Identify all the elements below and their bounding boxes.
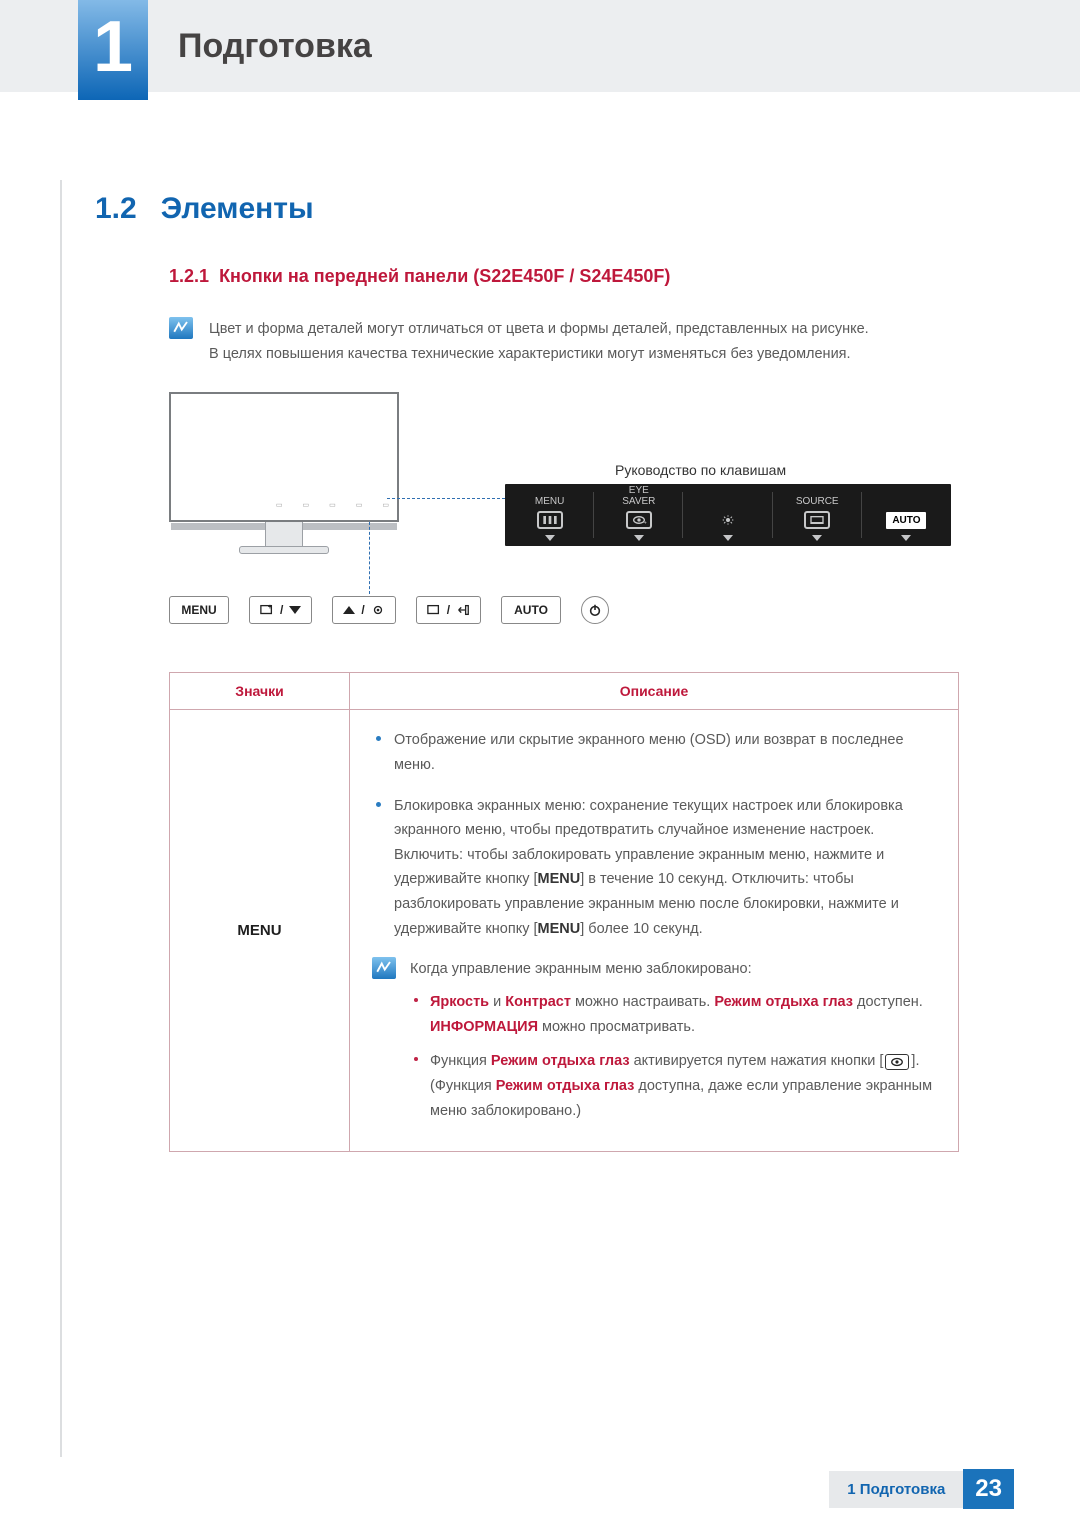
footer-page-number: 23 <box>963 1469 1014 1509</box>
phys-source-enter-button: / <box>416 596 481 624</box>
phys-nav-up-button: / <box>332 596 395 624</box>
panel-label-menu: MENU <box>535 486 564 508</box>
phys-power-button <box>581 596 609 624</box>
note-icon <box>169 317 193 339</box>
eye-saver-inline-icon <box>885 1054 909 1070</box>
bullet-1: Отображение или скрытие экранного меню (… <box>372 728 936 777</box>
phys-nav-down-button: + / <box>249 596 312 624</box>
phys-menu-button: MENU <box>169 596 229 624</box>
panel-auto-chip: AUTO <box>886 512 926 529</box>
panel-label-eye-saver: EYE SAVER <box>622 486 655 508</box>
footer-chapter-label: 1 Подготовка <box>829 1471 963 1508</box>
sub-bullet-1: Яркость и Контраст можно настраивать. Ре… <box>410 990 936 1039</box>
svg-text:+: + <box>268 604 272 611</box>
row-description: Отображение или скрытие экранного меню (… <box>350 710 959 1152</box>
note-line-2: В целях повышения качества технические х… <box>209 342 869 367</box>
monitor-illustration: ▭▭▭▭▭ <box>169 392 399 552</box>
phys-auto-button: AUTO <box>501 596 561 624</box>
subsection-title: Кнопки на передней панели (S22E450F / S2… <box>219 266 670 286</box>
chapter-header: 1 Подготовка <box>0 0 1080 92</box>
subsection-number: 1.2.1 <box>169 266 209 286</box>
locked-note-heading: Когда управление экранным меню заблокиро… <box>410 957 936 982</box>
table-row: MENU Отображение или скрытие экранного м… <box>170 710 959 1152</box>
svg-text:+: + <box>643 521 646 526</box>
subsection-heading: 1.2.1 Кнопки на передней панели (S22E450… <box>169 266 985 287</box>
bullet-2: Блокировка экранных меню: сохранение тек… <box>372 794 936 942</box>
chapter-title: Подготовка <box>178 27 372 66</box>
key-guide-label: Руководство по клавишам <box>615 462 786 478</box>
physical-button-strip: MENU + / / / <box>169 596 609 624</box>
section-number: 1.2 <box>95 192 137 226</box>
note-icon <box>372 957 396 979</box>
figure: ▭▭▭▭▭ Руководство по клавишам MENU <box>169 392 985 652</box>
left-margin-rule <box>60 180 62 1457</box>
eye-saver-icon: + <box>626 511 652 529</box>
sub-bullet-2: Функция Режим отдыха глаз активируется п… <box>410 1049 936 1123</box>
page-footer: 1 Подготовка 23 <box>829 1469 1014 1509</box>
table-header-description: Описание <box>350 673 959 710</box>
row-icon-label: MENU <box>170 710 350 1152</box>
osd-key-panel: MENU EYE SAVER + SOU <box>505 484 951 546</box>
chapter-number-badge: 1 <box>78 0 148 92</box>
panel-label-source: SOURCE <box>796 486 839 508</box>
description-table: Значки Описание MENU Отображение или скр… <box>169 672 959 1152</box>
section-heading: 1.2 Элементы <box>95 192 985 226</box>
menu-icon <box>537 511 563 529</box>
table-header-icons: Значки <box>170 673 350 710</box>
note-block: Цвет и форма деталей могут отличаться от… <box>169 317 985 366</box>
note-line-1: Цвет и форма деталей могут отличаться от… <box>209 317 869 342</box>
brightness-icon <box>715 511 741 529</box>
chapter-number: 1 <box>78 6 148 88</box>
section-title: Элементы <box>161 192 314 226</box>
source-icon <box>804 511 830 529</box>
